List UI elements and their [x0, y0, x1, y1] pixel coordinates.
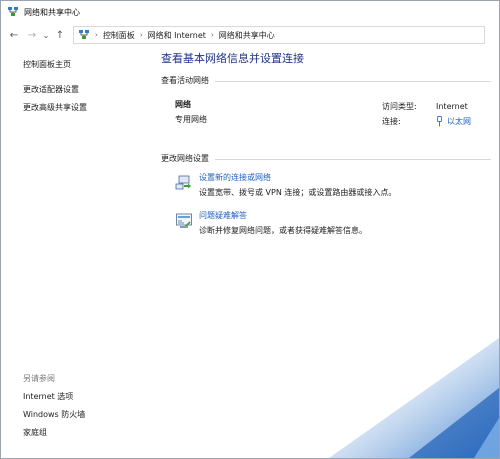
breadcrumb-control-panel[interactable]: 控制面板 — [103, 30, 135, 41]
network-properties: 访问类型: Internet 连接: 以太网 — [382, 99, 492, 129]
see-also-heading: 另请参阅 — [23, 374, 55, 383]
access-type-value: Internet — [436, 102, 468, 111]
task-new-connection: 设置新的连接或网络 设置宽带、拨号或 VPN 连接；或设置路由器或接入点。 — [161, 171, 491, 211]
see-also-internet-options[interactable]: Internet 选项 — [23, 391, 148, 403]
ethernet-connection-link[interactable]: 以太网 — [436, 116, 471, 127]
access-type-row: 访问类型: Internet — [382, 99, 492, 114]
up-arrow-icon[interactable]: ↑ — [53, 28, 67, 42]
see-also-homegroup[interactable]: 家庭组 — [23, 427, 148, 439]
connections-label: 连接: — [382, 117, 401, 126]
breadcrumb-chevron-icon[interactable]: › — [95, 31, 98, 39]
task-troubleshoot: 问题疑难解答 诊断并修复网络问题，或者获得疑难解答信息。 — [161, 209, 491, 249]
active-networks-heading: 查看活动网络 — [161, 75, 491, 87]
sidebar-change-adapter-settings[interactable]: 更改适配器设置 — [23, 84, 148, 96]
breadcrumb-network-sharing-center[interactable]: 网络和共享中心 — [219, 30, 275, 41]
sidebar-change-advanced-sharing[interactable]: 更改高级共享设置 — [23, 102, 148, 114]
forward-arrow-icon[interactable]: → — [25, 28, 39, 42]
ethernet-icon — [437, 116, 442, 127]
connections-row: 连接: 以太网 — [382, 114, 492, 129]
network-sharing-center-window: 网络和共享中心 ← → ⌄ ↑ › 控制面板 › 网络和 Internet › … — [0, 0, 500, 459]
section-divider — [215, 80, 491, 82]
address-bar[interactable]: › 控制面板 › 网络和 Internet › 网络和共享中心 — [73, 26, 485, 44]
back-arrow-icon[interactable]: ← — [7, 28, 21, 42]
left-sidebar: 控制面板主页 更改适配器设置 更改高级共享设置 — [23, 59, 148, 114]
setup-new-connection-description: 设置宽带、拨号或 VPN 连接；或设置路由器或接入点。 — [199, 188, 397, 197]
network-name: 网络 — [175, 100, 191, 109]
active-network-entry: 网络 专用网络 访问类型: Internet 连接: 以太网 — [161, 99, 491, 135]
troubleshoot-problems-description: 诊断并修复网络问题，或者获得疑难解答信息。 — [199, 226, 367, 235]
sidebar-control-panel-home[interactable]: 控制面板主页 — [23, 59, 148, 71]
breadcrumb-chevron-icon[interactable]: › — [140, 31, 143, 39]
network-category: 专用网络 — [175, 115, 207, 124]
network-center-icon — [8, 7, 18, 16]
breadcrumb-network-internet[interactable]: 网络和 Internet — [148, 30, 206, 41]
network-center-icon — [79, 30, 89, 39]
section-divider — [215, 158, 491, 160]
see-also-windows-firewall[interactable]: Windows 防火墙 — [23, 409, 148, 421]
navigation-toolbar: ← → ⌄ ↑ › 控制面板 › 网络和 Internet › 网络和共享中心 — [1, 23, 499, 47]
breadcrumb-chevron-icon[interactable]: › — [211, 31, 214, 39]
desktop-wallpaper-corner — [329, 338, 499, 458]
title-bar[interactable]: 网络和共享中心 — [1, 1, 499, 23]
ethernet-connection-label[interactable]: 以太网 — [447, 116, 471, 127]
change-settings-heading: 更改网络设置 — [161, 153, 491, 165]
active-networks-label: 查看活动网络 — [161, 76, 209, 85]
window-title: 网络和共享中心 — [24, 7, 80, 17]
setup-new-connection-link[interactable]: 设置新的连接或网络 — [199, 172, 271, 183]
troubleshoot-problems-link[interactable]: 问题疑难解答 — [199, 210, 247, 221]
main-content: 查看基本网络信息并设置连接 查看活动网络 网络 专用网络 访问类型: Inter… — [161, 51, 491, 249]
troubleshoot-icon[interactable] — [175, 212, 193, 230]
page-title: 查看基本网络信息并设置连接 — [161, 52, 304, 65]
see-also-panel: 另请参阅 Internet 选项 Windows 防火墙 家庭组 — [23, 373, 148, 439]
new-connection-icon[interactable] — [175, 174, 193, 192]
recent-locations-chevron-icon[interactable]: ⌄ — [41, 28, 51, 42]
access-type-label: 访问类型: — [382, 102, 417, 111]
change-settings-label: 更改网络设置 — [161, 154, 209, 163]
